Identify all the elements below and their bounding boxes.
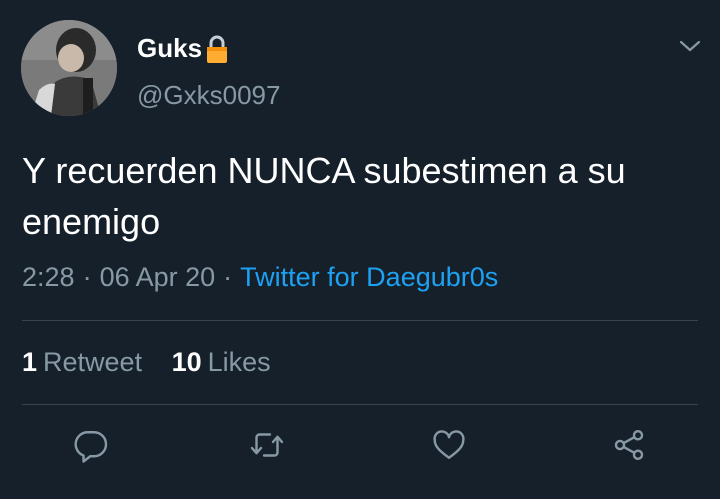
user-handle[interactable]: @Gxks0097 — [137, 80, 280, 111]
tweet-time[interactable]: 2:28 — [22, 262, 75, 292]
tweet-meta: 2:28 · 06 Apr 20 · Twitter for Daegubr0s — [22, 262, 498, 293]
chevron-down-icon[interactable] — [678, 38, 702, 54]
display-name[interactable]: Guks — [137, 33, 229, 64]
reply-icon — [74, 431, 108, 463]
meta-separator: · — [82, 262, 92, 292]
retweets-stat[interactable]: 1 Retweet — [22, 347, 142, 378]
likes-stat[interactable]: 10 Likes — [172, 347, 271, 378]
display-name-text: Guks — [137, 33, 203, 63]
likes-label: Likes — [207, 347, 271, 377]
tweet-stats: 1 Retweet 10 Likes — [22, 347, 271, 378]
retweet-button[interactable] — [247, 425, 287, 465]
avatar[interactable] — [21, 20, 117, 116]
likes-count: 10 — [171, 347, 202, 377]
divider — [22, 404, 698, 405]
retweet-icon — [250, 433, 284, 457]
like-icon — [433, 430, 465, 459]
like-button[interactable] — [429, 425, 469, 465]
tweet-source-link[interactable]: Twitter for Daegubr0s — [240, 262, 498, 292]
retweets-count: 1 — [22, 347, 38, 377]
lock-icon — [207, 35, 228, 63]
share-button[interactable] — [609, 425, 649, 465]
tweet-text: Y recuerden NUNCA subestimen a su enemig… — [22, 150, 626, 242]
meta-separator: · — [223, 262, 233, 292]
reply-button[interactable] — [71, 425, 111, 465]
retweets-label: Retweet — [43, 347, 143, 377]
share-icon — [614, 429, 644, 461]
avatar-image — [21, 20, 117, 116]
tweet-date[interactable]: 06 Apr 20 — [100, 262, 216, 292]
divider — [22, 320, 698, 321]
